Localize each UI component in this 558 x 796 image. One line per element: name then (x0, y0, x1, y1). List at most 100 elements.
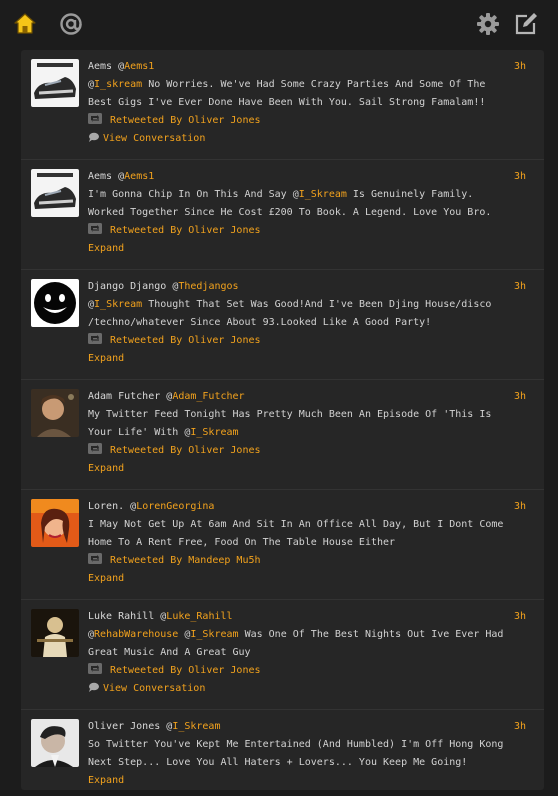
mention-link[interactable]: I_Skream (190, 427, 238, 438)
display-name[interactable]: Django Django (88, 281, 166, 292)
tweet-text: I'm Gonna Chip In On This And Say @I_Skr… (88, 186, 508, 222)
retweet-icon (88, 113, 102, 124)
avatar[interactable] (31, 279, 79, 327)
retweet-icon (88, 553, 102, 564)
tweet-item[interactable]: Loren. @LorenGeorgina I May Not Get Up At… (21, 490, 544, 600)
tweet-text-segment: I May Not Get Up At 6am And Sit In An Of… (88, 519, 504, 548)
expand-link[interactable]: Expand (88, 573, 124, 584)
retweeted-by-label[interactable]: Retweeted By Oliver Jones (110, 335, 261, 346)
display-name[interactable]: Luke Rahill (88, 611, 154, 622)
retweeted-by: Retweeted By Oliver Jones (88, 112, 508, 130)
tweet-text: @I_Skream Thought That Set Was Good!And … (88, 296, 508, 332)
username-link[interactable]: Luke_Rahill (166, 611, 232, 622)
timestamp[interactable]: 3h (514, 58, 526, 76)
tweet-text-segment: I'm Gonna Chip In On This And Say @ (88, 189, 299, 200)
mention-link[interactable]: RehabWarehouse (94, 629, 178, 640)
tweet-text: I May Not Get Up At 6am And Sit In An Of… (88, 516, 508, 552)
tweet-text-segment: So Twitter You've Kept Me Entertained (A… (88, 739, 504, 768)
retweet-icon (88, 223, 102, 234)
expand-link[interactable]: Expand (88, 243, 124, 254)
tweet-text-segment: @ (178, 629, 191, 640)
tweet-item[interactable]: Django Django @Thedjangos @I_Skream Thoug… (21, 270, 544, 380)
timeline: Aems @Aems1 @I_skream No Worries. We've H… (21, 50, 544, 790)
tweet-text: @I_skream No Worries. We've Had Some Cra… (88, 76, 508, 112)
retweeted-by-label[interactable]: Retweeted By Oliver Jones (110, 225, 261, 236)
avatar[interactable] (31, 609, 79, 657)
tweet-body: Luke Rahill @Luke_Rahill @RehabWarehouse … (88, 608, 508, 698)
tweet-header: Luke Rahill @Luke_Rahill (88, 608, 508, 626)
expand-row[interactable]: Expand (88, 772, 508, 790)
timestamp[interactable]: 3h (514, 278, 526, 296)
tweet-item[interactable]: Luke Rahill @Luke_Rahill @RehabWarehouse … (21, 600, 544, 710)
mention-link[interactable]: I_Skream (299, 189, 347, 200)
speech-bubble-icon (89, 132, 99, 142)
top-toolbar (0, 0, 558, 46)
tweet-text: My Twitter Feed Tonight Has Pretty Much … (88, 406, 508, 442)
display-name[interactable]: Adam Futcher (88, 391, 160, 402)
retweet-icon (88, 443, 102, 454)
username-link[interactable]: Adam_Futcher (172, 391, 244, 402)
tweet-text: So Twitter You've Kept Me Entertained (A… (88, 736, 508, 772)
expand-row[interactable]: Expand (88, 240, 508, 258)
gear-icon[interactable] (475, 11, 501, 37)
tweet-header: Oliver Jones @I_Skream (88, 718, 508, 736)
retweeted-by-label[interactable]: Retweeted By Oliver Jones (110, 445, 261, 456)
timestamp[interactable]: 3h (514, 718, 526, 736)
retweeted-by: Retweeted By Oliver Jones (88, 222, 508, 240)
expand-link[interactable]: Expand (88, 353, 124, 364)
view-conversation[interactable]: View Conversation (88, 130, 508, 148)
view-conversation-link[interactable]: View Conversation (103, 133, 205, 144)
expand-link[interactable]: Expand (88, 775, 124, 786)
expand-row[interactable]: Expand (88, 570, 508, 588)
tweet-item[interactable]: Adam Futcher @Adam_Futcher My Twitter Fee… (21, 380, 544, 490)
at-icon[interactable] (58, 11, 84, 37)
expand-link[interactable]: Expand (88, 463, 124, 474)
display-name[interactable]: Aems (88, 171, 112, 182)
display-name[interactable]: Loren. (88, 501, 124, 512)
expand-row[interactable]: Expand (88, 460, 508, 478)
compose-icon[interactable] (513, 11, 539, 37)
view-conversation[interactable]: View Conversation (88, 680, 508, 698)
username-link[interactable]: LorenGeorgina (136, 501, 214, 512)
tweet-header: Adam Futcher @Adam_Futcher (88, 388, 508, 406)
mention-link[interactable]: I_Skream (190, 629, 238, 640)
avatar[interactable] (31, 169, 79, 217)
tweet-item[interactable]: Aems @Aems1 I'm Gonna Chip In On This And… (21, 160, 544, 270)
tweet-body: Loren. @LorenGeorgina I May Not Get Up At… (88, 498, 508, 588)
tweet-header: Loren. @LorenGeorgina (88, 498, 508, 516)
display-name[interactable]: Aems (88, 61, 112, 72)
avatar[interactable] (31, 59, 79, 107)
retweeted-by-label[interactable]: Retweeted By Mandeep Mu5h (110, 555, 261, 566)
mention-link[interactable]: I_skream (94, 79, 142, 90)
retweet-icon (88, 663, 102, 674)
avatar[interactable] (31, 499, 79, 547)
retweeted-by: Retweeted By Mandeep Mu5h (88, 552, 508, 570)
home-icon[interactable] (12, 11, 38, 37)
retweeted-by-label[interactable]: Retweeted By Oliver Jones (110, 665, 261, 676)
retweeted-by-label[interactable]: Retweeted By Oliver Jones (110, 115, 261, 126)
avatar[interactable] (31, 719, 79, 767)
speech-bubble-icon (89, 682, 99, 692)
timestamp[interactable]: 3h (514, 608, 526, 626)
tweet-body: Oliver Jones @I_Skream So Twitter You've … (88, 718, 508, 790)
mention-link[interactable]: I_Skream (94, 299, 142, 310)
username-link[interactable]: Thedjangos (178, 281, 238, 292)
tweet-body: Aems @Aems1 I'm Gonna Chip In On This And… (88, 168, 508, 258)
display-name[interactable]: Oliver Jones (88, 721, 160, 732)
timestamp[interactable]: 3h (514, 498, 526, 516)
timestamp[interactable]: 3h (514, 388, 526, 406)
retweeted-by: Retweeted By Oliver Jones (88, 442, 508, 460)
tweet-header: Aems @Aems1 (88, 168, 508, 186)
tweet-item[interactable]: Oliver Jones @I_Skream So Twitter You've … (21, 710, 544, 790)
username-link[interactable]: Aems1 (124, 61, 154, 72)
timestamp[interactable]: 3h (514, 168, 526, 186)
username-link[interactable]: Aems1 (124, 171, 154, 182)
app-window: Aems @Aems1 @I_skream No Worries. We've H… (0, 0, 558, 796)
expand-row[interactable]: Expand (88, 350, 508, 368)
avatar[interactable] (31, 389, 79, 437)
retweet-icon (88, 333, 102, 344)
tweet-item[interactable]: Aems @Aems1 @I_skream No Worries. We've H… (21, 50, 544, 160)
tweet-text: @RehabWarehouse @I_Skream Was One Of The… (88, 626, 508, 662)
view-conversation-link[interactable]: View Conversation (103, 683, 205, 694)
username-link[interactable]: I_Skream (172, 721, 220, 732)
